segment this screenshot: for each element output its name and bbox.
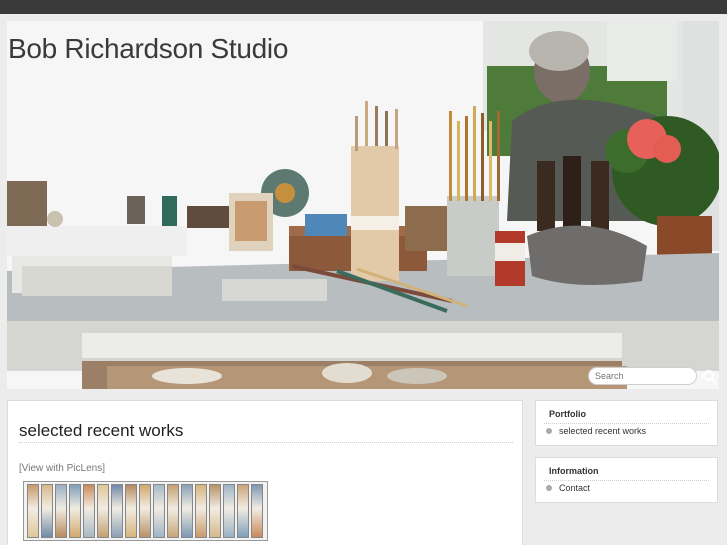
divider [19,442,513,443]
portfolio-widget: Portfolio selected recent works [535,400,718,446]
top-bar [0,0,727,14]
thumbnail-gallery [23,481,268,541]
bullet-icon [546,428,552,434]
thumbnail[interactable] [251,484,263,538]
sidebar-item-label: selected recent works [559,426,647,436]
search-input[interactable] [588,367,697,385]
thumbnail[interactable] [223,484,235,538]
thumbnail[interactable] [209,484,221,538]
thumbnail[interactable] [195,484,207,538]
sidebar-item-selected-recent-works[interactable]: selected recent works [546,426,646,436]
divider [544,423,709,424]
thumbnail[interactable] [97,484,109,538]
portfolio-widget-title: Portfolio [549,409,586,419]
thumbnail[interactable] [55,484,67,538]
thumbnail[interactable] [139,484,151,538]
thumbnail[interactable] [153,484,165,538]
bullet-icon [546,485,552,491]
thumbnail[interactable] [27,484,39,538]
studio-photo [7,21,719,389]
thumbnail[interactable] [237,484,249,538]
information-widget-title: Information [549,466,599,476]
sidebar-item-contact[interactable]: Contact [546,483,590,493]
piclens-link[interactable]: [View with PicLens] [19,463,105,474]
site-title[interactable]: Bob Richardson Studio [8,33,288,65]
page-title: selected recent works [19,421,184,440]
divider [544,480,709,481]
header-banner: Bob Richardson Studio [7,21,719,389]
thumbnail[interactable] [167,484,179,538]
main-content: selected recent works [View with PicLens… [7,400,523,545]
thumbnail[interactable] [125,484,137,538]
information-widget: Information Contact [535,457,718,503]
thumbnail[interactable] [83,484,95,538]
search-icon[interactable] [702,369,718,385]
thumbnail[interactable] [181,484,193,538]
thumbnail[interactable] [111,484,123,538]
thumbnail[interactable] [41,484,53,538]
thumbnail[interactable] [69,484,81,538]
sidebar-item-label: Contact [559,483,591,493]
